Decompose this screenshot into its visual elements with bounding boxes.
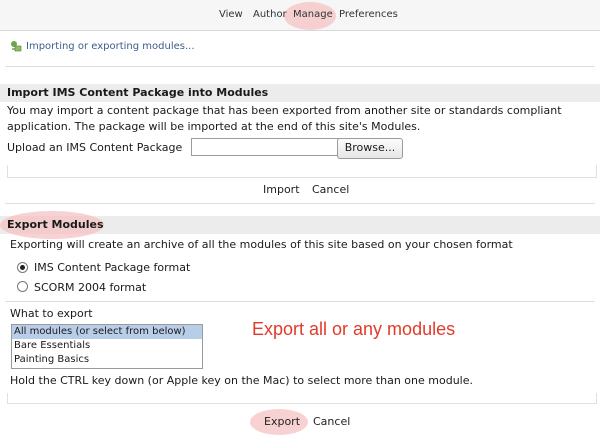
multi-select-hint: Hold the CTRL key down (or Apple key on … xyxy=(10,374,473,387)
divider xyxy=(5,66,595,67)
export-cancel-button[interactable]: Cancel xyxy=(313,415,350,428)
import-section-header: Import IMS Content Package into Modules xyxy=(0,84,600,102)
import-cancel-button[interactable]: Cancel xyxy=(312,183,349,196)
module-option[interactable]: All modules (or select from below) xyxy=(12,325,202,339)
divider xyxy=(5,301,595,302)
import-heading: Import IMS Content Package into Modules xyxy=(7,86,269,99)
nav-view[interactable]: View xyxy=(219,9,243,20)
module-option[interactable]: Bare Essentials xyxy=(12,339,202,353)
what-to-export-label: What to export xyxy=(10,307,93,320)
top-nav-bar: View Author Manage Preferences xyxy=(0,0,600,31)
import-export-icon xyxy=(10,40,22,52)
nav-manage[interactable]: Manage xyxy=(293,9,333,20)
scorm-format-radio[interactable] xyxy=(17,281,28,292)
divider xyxy=(5,203,595,204)
status-message: Importing or exporting modules... xyxy=(10,40,195,52)
export-box xyxy=(7,393,597,404)
export-button[interactable]: Export xyxy=(264,415,300,428)
modules-listbox[interactable]: All modules (or select from below) Bare … xyxy=(11,324,203,369)
import-button[interactable]: Import xyxy=(263,183,300,196)
upload-label: Upload an IMS Content Package xyxy=(7,141,183,154)
scorm-format-label: SCORM 2004 format xyxy=(34,281,147,294)
status-text: Importing or exporting modules... xyxy=(26,40,195,52)
nav-preferences[interactable]: Preferences xyxy=(339,9,398,20)
import-description: You may import a content package that ha… xyxy=(7,104,562,133)
export-description: Exporting will create an archive of all … xyxy=(10,238,513,251)
browse-button[interactable]: Browse... xyxy=(337,138,403,159)
annotation-text: Export all or any modules xyxy=(252,319,456,339)
ims-format-label: IMS Content Package format xyxy=(34,261,191,274)
upload-file-input[interactable] xyxy=(191,138,340,156)
module-option[interactable]: Painting Basics xyxy=(12,353,202,367)
nav-author[interactable]: Author xyxy=(253,9,287,20)
export-heading: Export Modules xyxy=(7,218,104,231)
export-section-header: Export Modules xyxy=(0,211,600,239)
import-box xyxy=(7,165,597,178)
ims-format-radio[interactable] xyxy=(17,262,28,273)
